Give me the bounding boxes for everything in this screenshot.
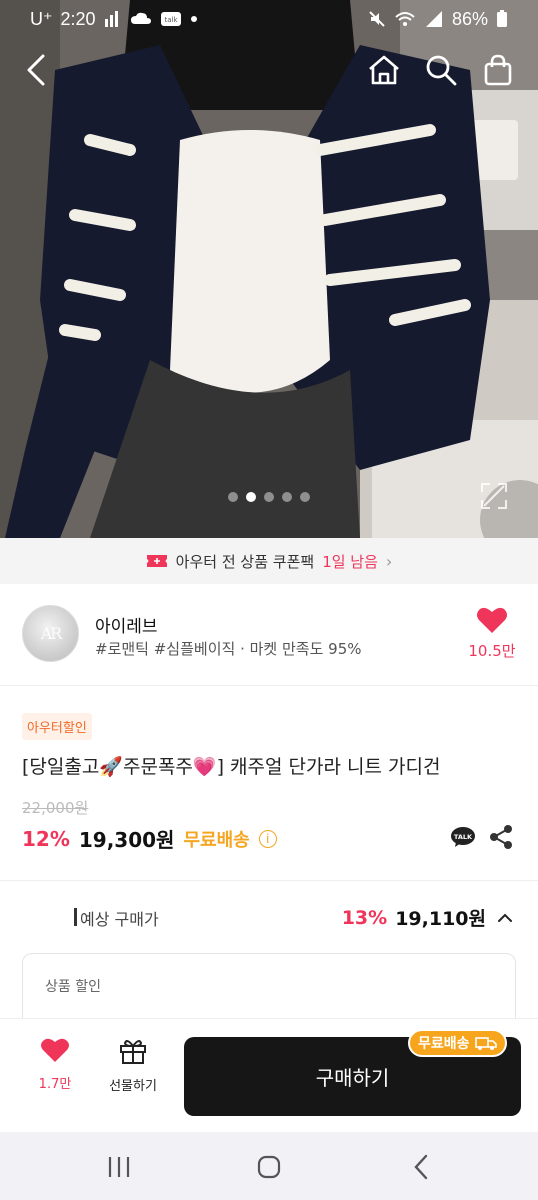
- expected-price-label: 예상 구매가: [80, 910, 159, 929]
- expected-price-toggle[interactable]: 예상 구매가 13% 19,110원: [22, 896, 516, 940]
- shopping-bag-icon: [484, 54, 512, 86]
- gallery-pagination: [0, 492, 538, 502]
- clock: 2:20: [60, 8, 96, 29]
- coupon-banner[interactable]: 아우터 전 상품 쿠폰팩 1일 남음 ›: [0, 538, 538, 584]
- dot-icon: [190, 16, 197, 22]
- section-divider: [0, 880, 538, 881]
- chevron-up-icon[interactable]: [494, 907, 516, 929]
- cloud-icon: [130, 12, 151, 24]
- coupon-remaining: 1일 남음: [322, 552, 378, 571]
- back-icon: [27, 54, 45, 86]
- heart-icon: [41, 1038, 69, 1062]
- page-dot[interactable]: [300, 492, 310, 502]
- mute-icon: [369, 11, 385, 27]
- home-nav-icon[interactable]: [254, 1152, 284, 1182]
- fullscreen-icon[interactable]: [480, 482, 508, 510]
- shop-logo: AR: [40, 624, 63, 643]
- coupon-text: 아우터 전 상품 쿠폰팩: [175, 552, 315, 571]
- shop-like-button[interactable]: 10.5만: [462, 606, 522, 661]
- battery-percent: 86%: [451, 8, 488, 29]
- chevron-right-icon: ›: [385, 551, 393, 571]
- price-row: 12% 19,300원 무료배송 i: [22, 824, 277, 853]
- coupon-icon: [146, 555, 167, 567]
- page-dot[interactable]: [228, 492, 238, 502]
- back-nav-icon[interactable]: [406, 1152, 436, 1182]
- shop-tags: #로맨틱 #심플베이직 · 마켓 만족도 95%: [95, 640, 362, 658]
- search-icon: [426, 55, 457, 86]
- info-icon[interactable]: i: [258, 829, 277, 848]
- page-dot[interactable]: [282, 492, 292, 502]
- free-shipping-label: 무료배송: [418, 1036, 470, 1052]
- message-icon: talk: [160, 12, 181, 26]
- heart-icon: [477, 607, 507, 633]
- android-navigation-bar: [0, 1132, 538, 1200]
- shop-name[interactable]: 아이레브: [95, 612, 158, 637]
- signal-bars-icon: [104, 11, 118, 27]
- home-icon: [369, 55, 399, 85]
- expected-discount: 13%: [341, 906, 388, 929]
- product-image-gallery[interactable]: U⁺ 2:20 talk 86%: [0, 0, 538, 538]
- battery-icon: [497, 10, 507, 27]
- wish-count: 1.7만: [38, 1077, 72, 1092]
- bottom-action-bar: 1.7만 선물하기 구매하기 무료배송: [0, 1018, 538, 1132]
- home-button[interactable]: [364, 50, 404, 90]
- gift-button[interactable]: 선물하기: [98, 1037, 168, 1094]
- status-bar: U⁺ 2:20 talk 86%: [0, 0, 538, 38]
- original-price: 22,000원: [22, 799, 89, 817]
- wifi-icon: [395, 12, 415, 26]
- expected-price: 19,110원: [395, 908, 486, 930]
- sale-price: 19,300원: [78, 828, 175, 852]
- seller-section[interactable]: AR 아이레브 #로맨틱 #심플베이직 · 마켓 만족도 95% 10.5만: [0, 584, 538, 686]
- cell-signal-icon: [425, 11, 442, 27]
- promo-badge: 아우터할인: [22, 713, 92, 740]
- discount-rate: 12%: [22, 826, 70, 851]
- shipping-label: 무료배송: [183, 829, 250, 851]
- svg-text:talk: talk: [164, 16, 178, 24]
- gift-label: 선물하기: [109, 1079, 157, 1094]
- truncated-label-mark: [74, 908, 77, 926]
- gift-icon: [120, 1040, 146, 1064]
- svg-text:TALK: TALK: [454, 833, 473, 841]
- top-navigation: [0, 40, 538, 96]
- back-button[interactable]: [16, 50, 56, 90]
- shop-avatar[interactable]: AR: [22, 605, 79, 662]
- share-icon[interactable]: [488, 824, 514, 850]
- discount-detail-label: 상품 할인: [45, 979, 101, 995]
- page-dot-active[interactable]: [246, 492, 256, 502]
- recent-apps-icon[interactable]: [104, 1152, 134, 1182]
- expected-price-values: 13% 19,110원: [342, 904, 516, 931]
- search-button[interactable]: [421, 50, 461, 90]
- carrier-label: U⁺: [30, 8, 53, 29]
- page-dot[interactable]: [264, 492, 274, 502]
- kakaotalk-icon[interactable]: TALK: [450, 826, 476, 848]
- product-title: [당일출고🚀주문폭주💗] 캐주얼 단가라 니트 가디건: [22, 756, 441, 778]
- cart-button[interactable]: [478, 50, 518, 90]
- free-shipping-tag: 무료배송: [408, 1029, 507, 1057]
- truck-icon: [474, 1037, 497, 1050]
- shop-like-count: 10.5만: [468, 642, 516, 660]
- wish-button[interactable]: 1.7만: [20, 1037, 90, 1092]
- product-page: U⁺ 2:20 talk 86% 아우터 전 상품 쿠폰팩 1일 남음 › AR…: [0, 0, 538, 1200]
